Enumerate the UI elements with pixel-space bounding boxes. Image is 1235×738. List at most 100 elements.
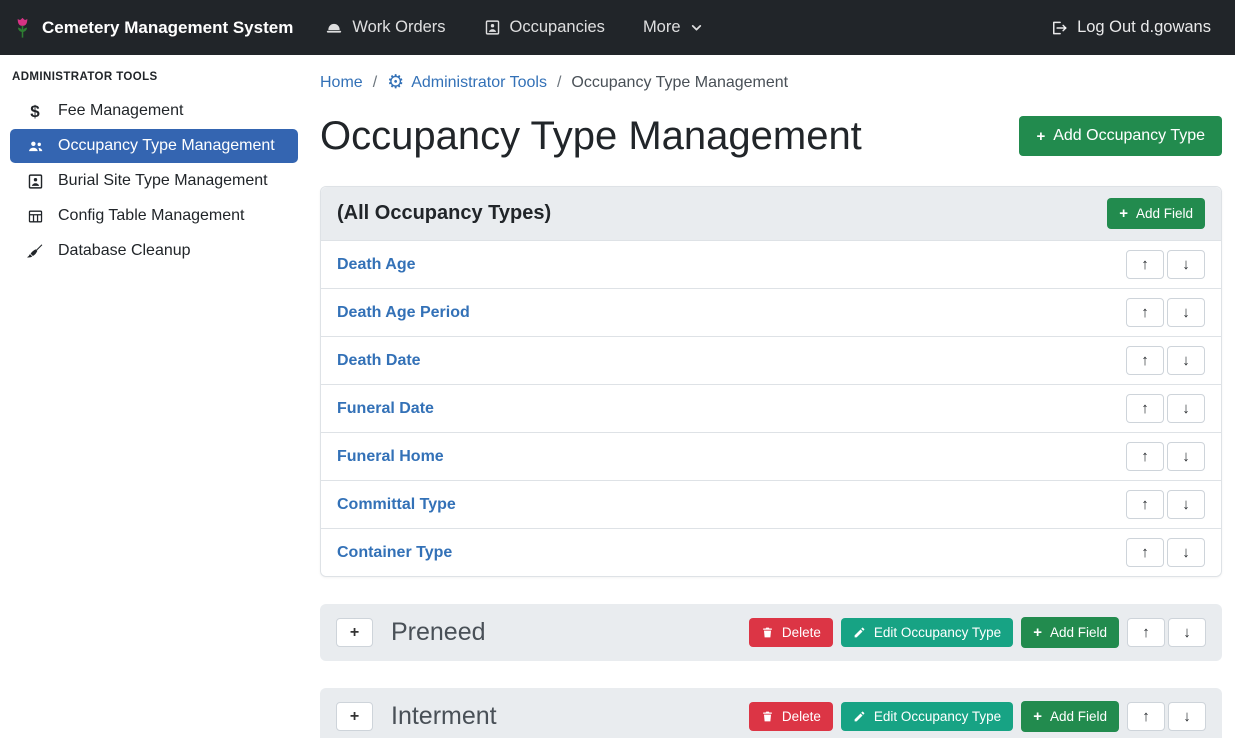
move-down-button[interactable]: ↓ bbox=[1167, 250, 1205, 279]
breadcrumb-home[interactable]: Home bbox=[320, 74, 363, 92]
breadcrumb-current: Occupancy Type Management bbox=[571, 74, 788, 92]
field-row: Death Date ↑ ↓ bbox=[321, 336, 1221, 384]
reorder-controls: ↑ ↓ bbox=[1127, 618, 1206, 647]
top-navbar: Cemetery Management System Work Orders O… bbox=[0, 0, 1235, 55]
expand-button[interactable]: + bbox=[336, 618, 373, 647]
sidebar-item-occupancy-type-management[interactable]: Occupancy Type Management bbox=[10, 129, 298, 163]
logo-flower-icon bbox=[12, 16, 33, 40]
plus-icon: + bbox=[1036, 129, 1045, 144]
nav-more[interactable]: More bbox=[643, 18, 703, 37]
move-down-button[interactable]: ↓ bbox=[1167, 442, 1205, 471]
field-link-death-age-period[interactable]: Death Age Period bbox=[337, 304, 470, 322]
breadcrumb-administrator-tools[interactable]: ⚙ Administrator Tools bbox=[387, 73, 547, 92]
move-up-button[interactable]: ↑ bbox=[1126, 298, 1164, 327]
field-link-funeral-home[interactable]: Funeral Home bbox=[337, 448, 444, 466]
pencil-icon bbox=[853, 626, 866, 639]
broom-icon bbox=[25, 242, 45, 260]
pencil-icon bbox=[853, 710, 866, 723]
field-row: Funeral Date ↑ ↓ bbox=[321, 384, 1221, 432]
section-title: Interment bbox=[391, 702, 497, 731]
sidebar-items: $ Fee Management Occupancy Type Manageme… bbox=[0, 94, 308, 268]
brand-title: Cemetery Management System bbox=[42, 18, 293, 38]
trash-icon bbox=[761, 626, 774, 639]
add-field-button[interactable]: +Add Field bbox=[1021, 701, 1119, 732]
all-occupancy-types-card: (All Occupancy Types) + Add Field Death … bbox=[320, 186, 1222, 577]
add-occupancy-type-button[interactable]: + Add Occupancy Type bbox=[1019, 116, 1222, 156]
field-link-death-date[interactable]: Death Date bbox=[337, 352, 421, 370]
sidebar-heading: ADMINISTRATOR TOOLS bbox=[0, 61, 308, 93]
plus-icon: + bbox=[1119, 206, 1128, 221]
move-down-button[interactable]: ↓ bbox=[1168, 618, 1206, 647]
move-up-button[interactable]: ↑ bbox=[1127, 702, 1165, 731]
logout-icon bbox=[1050, 19, 1068, 37]
edit-occupancy-type-button[interactable]: Edit Occupancy Type bbox=[841, 702, 1013, 732]
section-title: Preneed bbox=[391, 618, 486, 647]
add-field-button[interactable]: +Add Field bbox=[1021, 617, 1119, 648]
add-field-button[interactable]: + Add Field bbox=[1107, 198, 1205, 229]
field-link-committal-type[interactable]: Committal Type bbox=[337, 496, 456, 514]
move-down-button[interactable]: ↓ bbox=[1167, 490, 1205, 519]
reorder-controls: ↑ ↓ bbox=[1126, 490, 1205, 519]
sidebar-item-burial-site-type-management[interactable]: Burial Site Type Management bbox=[10, 164, 298, 198]
reorder-controls: ↑ ↓ bbox=[1126, 250, 1205, 279]
edit-occupancy-type-button[interactable]: Edit Occupancy Type bbox=[841, 618, 1013, 648]
table-icon bbox=[25, 208, 45, 225]
field-rows: Death Age ↑ ↓ Death Age Period ↑ ↓ Death… bbox=[321, 241, 1221, 576]
move-up-button[interactable]: ↑ bbox=[1126, 538, 1164, 567]
field-link-funeral-date[interactable]: Funeral Date bbox=[337, 400, 434, 418]
move-down-button[interactable]: ↓ bbox=[1167, 394, 1205, 423]
dollar-icon: $ bbox=[25, 103, 45, 120]
reorder-controls: ↑ ↓ bbox=[1127, 702, 1206, 731]
main-nav: Work Orders Occupancies More bbox=[325, 18, 702, 37]
occupancies-icon bbox=[484, 19, 501, 36]
expand-button[interactable]: + bbox=[336, 702, 373, 731]
main-content: Home / ⚙ Administrator Tools / Occupancy… bbox=[308, 55, 1235, 738]
plus-icon: + bbox=[1033, 709, 1042, 724]
move-up-button[interactable]: ↑ bbox=[1126, 250, 1164, 279]
users-icon bbox=[25, 138, 45, 155]
trash-icon bbox=[761, 710, 774, 723]
move-up-button[interactable]: ↑ bbox=[1126, 490, 1164, 519]
sidebar-item-database-cleanup[interactable]: Database Cleanup bbox=[10, 234, 298, 268]
reorder-controls: ↑ ↓ bbox=[1126, 442, 1205, 471]
reorder-controls: ↑ ↓ bbox=[1126, 298, 1205, 327]
move-down-button[interactable]: ↓ bbox=[1168, 702, 1206, 731]
brand[interactable]: Cemetery Management System bbox=[12, 16, 293, 40]
sidebar-item-fee-management[interactable]: $ Fee Management bbox=[10, 94, 298, 128]
gear-icon: ⚙ bbox=[387, 73, 404, 92]
sidebar-item-config-table-management[interactable]: Config Table Management bbox=[10, 199, 298, 233]
field-row: Container Type ↑ ↓ bbox=[321, 528, 1221, 576]
move-down-button[interactable]: ↓ bbox=[1167, 346, 1205, 375]
field-link-death-age[interactable]: Death Age bbox=[337, 256, 416, 274]
move-up-button[interactable]: ↑ bbox=[1126, 442, 1164, 471]
card-header: (All Occupancy Types) + Add Field bbox=[321, 187, 1221, 241]
delete-button[interactable]: Delete bbox=[749, 618, 833, 648]
breadcrumb-separator: / bbox=[557, 74, 561, 92]
move-down-button[interactable]: ↓ bbox=[1167, 298, 1205, 327]
field-link-container-type[interactable]: Container Type bbox=[337, 544, 452, 562]
title-row: Occupancy Type Management + Add Occupanc… bbox=[320, 112, 1222, 160]
move-up-button[interactable]: ↑ bbox=[1126, 346, 1164, 375]
occupancy-type-section-preneed: + Preneed Delete Edit Occupancy Type +Ad… bbox=[320, 604, 1222, 661]
breadcrumb-separator: / bbox=[373, 74, 377, 92]
move-up-button[interactable]: ↑ bbox=[1127, 618, 1165, 647]
move-down-button[interactable]: ↓ bbox=[1167, 538, 1205, 567]
logout-link[interactable]: Log Out d.gowans bbox=[1050, 18, 1211, 37]
portrait-icon bbox=[25, 173, 45, 190]
nav-work-orders[interactable]: Work Orders bbox=[325, 18, 445, 37]
section-actions: Delete Edit Occupancy Type +Add Field ↑ … bbox=[749, 701, 1206, 732]
card-title: (All Occupancy Types) bbox=[337, 202, 551, 225]
move-up-button[interactable]: ↑ bbox=[1126, 394, 1164, 423]
field-row: Death Age Period ↑ ↓ bbox=[321, 288, 1221, 336]
work-orders-icon bbox=[325, 19, 343, 37]
plus-icon: + bbox=[1033, 625, 1042, 640]
field-row: Death Age ↑ ↓ bbox=[321, 241, 1221, 288]
field-row: Funeral Home ↑ ↓ bbox=[321, 432, 1221, 480]
reorder-controls: ↑ ↓ bbox=[1126, 538, 1205, 567]
nav-occupancies[interactable]: Occupancies bbox=[484, 18, 605, 37]
sidebar: ADMINISTRATOR TOOLS $ Fee Management Occ… bbox=[0, 55, 308, 738]
section-actions: Delete Edit Occupancy Type +Add Field ↑ … bbox=[749, 617, 1206, 648]
delete-button[interactable]: Delete bbox=[749, 702, 833, 732]
breadcrumb: Home / ⚙ Administrator Tools / Occupancy… bbox=[320, 73, 1222, 92]
occupancy-type-section-interment: + Interment Delete Edit Occupancy Type +… bbox=[320, 688, 1222, 738]
